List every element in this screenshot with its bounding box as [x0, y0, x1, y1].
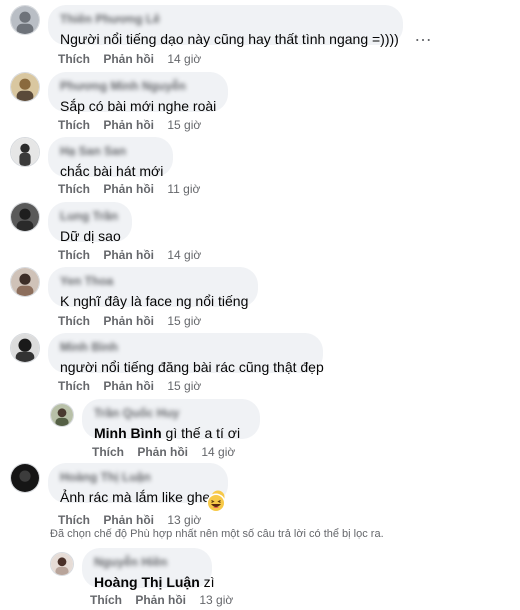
comment-author[interactable]: Hạ San San	[60, 144, 161, 159]
comment-actions: Thích Phản hồi 15 giờ	[58, 118, 201, 132]
comment-text: Người nổi tiếng dạo này cũng hay thất tì…	[60, 31, 399, 47]
like-button[interactable]: Thích	[58, 118, 90, 132]
comment-time[interactable]: 13 giờ	[199, 593, 233, 607]
comment-author[interactable]: Phương Minh Nguyễn	[60, 79, 216, 94]
comment-actions: Thích Phản hồi 15 giờ	[58, 314, 201, 328]
mention-link[interactable]: Minh Bình	[94, 425, 162, 441]
avatar[interactable]	[10, 267, 40, 297]
like-button[interactable]: Thích	[58, 513, 90, 527]
comment-actions: Thích Phản hồi 14 giờ	[58, 52, 201, 66]
comment-author[interactable]: Minh Bình	[60, 340, 311, 355]
like-button[interactable]: Thích	[58, 52, 90, 66]
comment-bubble: Hạ San San chắc bài hát mới	[48, 137, 173, 179]
comment-time[interactable]: 15 giờ	[167, 379, 201, 393]
comment-bubble: Yen Thoa K nghĩ đây là face ng nổi tiếng	[48, 267, 258, 309]
comment-text: K nghĩ đây là face ng nổi tiếng	[60, 293, 249, 309]
comment-time[interactable]: 11 giờ	[167, 182, 200, 196]
avatar[interactable]	[10, 72, 40, 102]
comment-bubble: Lung Trần Dữ dị sao	[48, 202, 132, 244]
comment-time[interactable]: 14 giờ	[167, 52, 201, 66]
comment-time[interactable]: 14 giờ	[201, 445, 235, 459]
reply-button[interactable]: Phản hồi	[135, 593, 186, 607]
comment-time[interactable]: 15 giờ	[167, 314, 201, 328]
like-button[interactable]: Thích	[58, 182, 90, 196]
comment-actions: Thích Phản hồi 13 giờ	[58, 513, 201, 527]
avatar[interactable]	[50, 552, 74, 576]
comment-author[interactable]: Nguyễn Hiền	[94, 555, 200, 570]
comment-bubble: Hoàng Thị Luận Ảnh rác mà lắm like ghe	[48, 463, 228, 506]
comment-time[interactable]: 15 giờ	[167, 118, 201, 132]
comment-bubble: Phương Minh Nguyễn Sắp có bài mới nghe r…	[48, 72, 228, 114]
reply-text: gì thế a tí ơi	[161, 425, 241, 441]
reply-button[interactable]: Phản hồi	[103, 314, 154, 328]
avatar[interactable]	[10, 5, 40, 35]
avatar[interactable]	[10, 333, 40, 363]
avatar[interactable]	[50, 403, 74, 427]
comment-bubble: Trần Quốc Huy Minh Bình gì thế a tí ơi	[82, 399, 260, 442]
reply-button[interactable]: Phản hồi	[103, 118, 154, 132]
comment-text: Dữ dị sao	[60, 228, 121, 244]
comment-actions: Thích Phản hồi 15 giờ	[58, 379, 201, 393]
like-button[interactable]: Thích	[58, 379, 90, 393]
like-button[interactable]: Thích	[58, 314, 90, 328]
like-button[interactable]: Thích	[90, 593, 122, 607]
comment-actions: Thích Phản hồi 13 giờ	[90, 593, 233, 607]
laughing-emoji-icon[interactable]	[206, 493, 226, 513]
comment-text: Hoàng Thị Luận zì	[94, 573, 215, 591]
filter-notice: Đã chọn chế độ Phù hợp nhất nên một số c…	[50, 528, 384, 540]
reply-button[interactable]: Phản hồi	[103, 182, 154, 196]
comment-bubble: Minh Bình người nổi tiếng đăng bài rác c…	[48, 333, 324, 375]
like-button[interactable]: Thích	[58, 248, 90, 262]
comment-author[interactable]: Yen Thoa	[60, 274, 246, 289]
comment-bubble: Nguyễn Hiền Hoàng Thị Luận zì	[82, 548, 215, 591]
comment-author[interactable]: Trần Quốc Huy	[94, 406, 248, 421]
comment-actions: Thích Phản hồi 11 giờ	[58, 182, 200, 196]
reply-button[interactable]: Phản hồi	[137, 445, 188, 459]
comment-actions: Thích Phản hồi 14 giờ	[92, 445, 235, 459]
reply-button[interactable]: Phản hồi	[103, 379, 154, 393]
comment-author[interactable]: Lung Trần	[60, 209, 120, 224]
comment-time[interactable]: 13 giờ	[167, 513, 201, 527]
reply-button[interactable]: Phản hồi	[103, 513, 154, 527]
reply-button[interactable]: Phản hồi	[103, 248, 154, 262]
comment-text-body: Ảnh rác mà lắm like ghe	[60, 489, 211, 505]
comment-time[interactable]: 14 giờ	[167, 248, 201, 262]
mention-link[interactable]: Hoàng Thị Luận	[94, 574, 200, 590]
comment-text: Sắp có bài mới nghe roài	[60, 98, 217, 114]
reply-text: zì	[199, 574, 215, 590]
avatar[interactable]	[10, 202, 40, 232]
comment-text: người nổi tiếng đăng bài rác cũng thật đ…	[60, 359, 324, 375]
comment-actions: Thích Phản hồi 14 giờ	[58, 248, 201, 262]
comment-text: chắc bài hát mới	[60, 163, 164, 179]
comment-author[interactable]: Thiên Phương Lê	[60, 12, 391, 27]
avatar[interactable]	[10, 137, 40, 167]
comment-text: Minh Bình gì thế a tí ơi	[94, 424, 248, 442]
comment-bubble: Thiên Phương Lê Người nổi tiếng dạo này …	[48, 5, 403, 47]
comment-author[interactable]: Hoàng Thị Luận	[60, 470, 216, 485]
reply-button[interactable]: Phản hồi	[103, 52, 154, 66]
more-options-icon[interactable]: …	[414, 25, 433, 46]
like-button[interactable]: Thích	[92, 445, 124, 459]
comment-text: Ảnh rác mà lắm like ghe	[60, 488, 225, 506]
avatar[interactable]	[10, 463, 40, 493]
